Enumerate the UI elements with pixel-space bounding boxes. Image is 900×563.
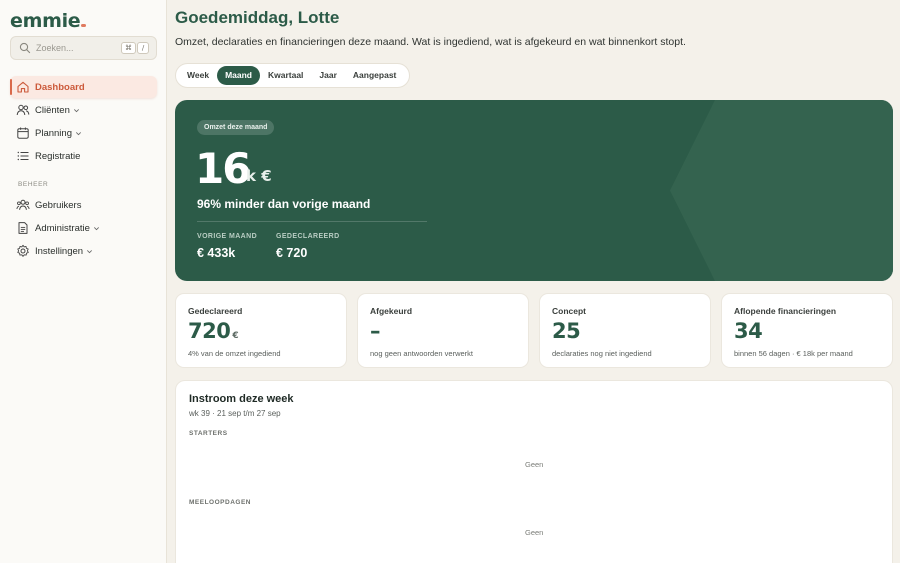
search-placeholder: Zoeken... [36, 43, 74, 53]
sidebar-item-label: Planning [35, 127, 72, 139]
kpi-value: 720 € [188, 319, 239, 343]
inflow-title: Instroom deze week [189, 393, 294, 405]
sidebar-item-planning[interactable]: Planning [10, 122, 157, 144]
sidebar: emmie Zoeken... ⌘ / Dashboard Cliënten P… [0, 0, 167, 563]
kpi-subtext: 4% van de omzet ingediend [188, 349, 281, 358]
inflow-subtitle: wk 39 · 21 sep t/m 27 sep [189, 409, 281, 418]
sidebar-item-gebruikers[interactable]: Gebruikers [10, 194, 157, 216]
kpi-title: Afgekeurd [370, 306, 413, 316]
period-aangepast[interactable]: Aangepast [345, 66, 404, 85]
chevron-down-icon [93, 226, 99, 230]
kpi-subtext: binnen 56 dagen · € 18k per maand [734, 349, 853, 358]
search-input[interactable]: Zoeken... ⌘ / [10, 36, 157, 60]
kpi-title: Gedeclareerd [188, 306, 243, 316]
kpi-value: 25 [552, 319, 581, 343]
page-subtitle: Omzet, declaraties en financieringen dez… [175, 36, 686, 48]
metric-label-gedeclareerd: GEDECLAREERD [276, 233, 340, 240]
revenue-pill: Omzet deze maand [197, 120, 275, 135]
revenue-change: 96% minder dan vorige maand [197, 197, 371, 211]
kpi-title: Concept [552, 306, 586, 316]
kpi-unit: € [232, 331, 239, 341]
divider [197, 221, 427, 222]
kpi-subtext: nog geen antwoorden verwerkt [370, 349, 473, 358]
inflow-card: Instroom deze week wk 39 · 21 sep t/m 27… [175, 380, 893, 563]
kpi-card-afgekeurd[interactable]: Afgekeurd – nog geen antwoorden verwerkt [357, 293, 529, 368]
sidebar-item-label: Instellingen [35, 245, 84, 257]
period-week[interactable]: Week [179, 66, 217, 85]
list-icon [17, 151, 29, 161]
document-icon [18, 222, 28, 234]
home-icon [17, 81, 29, 93]
decorative-shape [670, 100, 893, 281]
metric-label-vorige-maand: VORIGE MAAND [197, 233, 258, 240]
gear-icon [17, 244, 29, 257]
period-kwartaal[interactable]: Kwartaal [260, 66, 311, 85]
empty-state-meeloopdagen: Geen [525, 528, 544, 537]
sidebar-item-label: Registratie [35, 150, 81, 162]
period-maand[interactable]: Maand [217, 66, 260, 85]
calendar-icon [17, 127, 29, 139]
empty-state-starters: Geen [525, 460, 544, 469]
sidebar-item-instellingen[interactable]: Instellingen [10, 240, 157, 262]
sidebar-item-clienten[interactable]: Cliënten [10, 99, 157, 121]
chevron-down-icon [75, 131, 81, 135]
sidebar-section-beheer: BEHEER [18, 181, 49, 188]
shortcut-slash-key: / [137, 42, 149, 54]
app-logo[interactable]: emmie [10, 10, 87, 32]
sidebar-item-label: Dashboard [35, 81, 85, 93]
sidebar-item-registratie[interactable]: Registratie [10, 145, 157, 167]
revenue-value: 16 [195, 144, 251, 193]
users-group-icon [16, 199, 30, 210]
sidebar-item-label: Gebruikers [35, 199, 82, 211]
search-icon [19, 42, 31, 54]
kpi-value: 34 [734, 319, 763, 343]
page-title: Goedemiddag, Lotte [175, 8, 340, 27]
users-icon [16, 104, 30, 116]
sidebar-item-label: Cliënten [35, 104, 70, 116]
shortcut-cmd-key: ⌘ [121, 42, 136, 54]
group-label-meeloopdagen: MEELOOPDAGEN [189, 499, 251, 506]
kpi-card-concept[interactable]: Concept 25 declaraties nog niet ingedien… [539, 293, 711, 368]
sidebar-item-administratie[interactable]: Administratie [10, 217, 157, 239]
kpi-card-gedeclareerd[interactable]: Gedeclareerd 720 € 4% van de omzet ingedi… [175, 293, 347, 368]
period-selector: Week Maand Kwartaal Jaar Aangepast [175, 63, 410, 88]
metric-value-vorige-maand: € 433k [197, 246, 236, 260]
kpi-value: – [370, 319, 381, 343]
kpi-subtext: declaraties nog niet ingediend [552, 349, 652, 358]
kpi-title: Aflopende financieringen [734, 306, 837, 316]
chevron-down-icon [87, 249, 93, 253]
kpi-card-aflopende-financieringen[interactable]: Aflopende financieringen 34 binnen 56 da… [721, 293, 893, 368]
period-jaar[interactable]: Jaar [311, 66, 345, 85]
revenue-hero-card: Omzet deze maand 16 k € 96% minder dan v… [175, 100, 893, 281]
revenue-unit: k € [246, 167, 272, 185]
metric-value-gedeclareerd: € 720 [276, 246, 308, 260]
sidebar-item-label: Administratie [35, 222, 90, 234]
chevron-down-icon [73, 108, 79, 112]
group-label-starters: STARTERS [189, 430, 228, 437]
sidebar-item-dashboard[interactable]: Dashboard [10, 76, 157, 98]
